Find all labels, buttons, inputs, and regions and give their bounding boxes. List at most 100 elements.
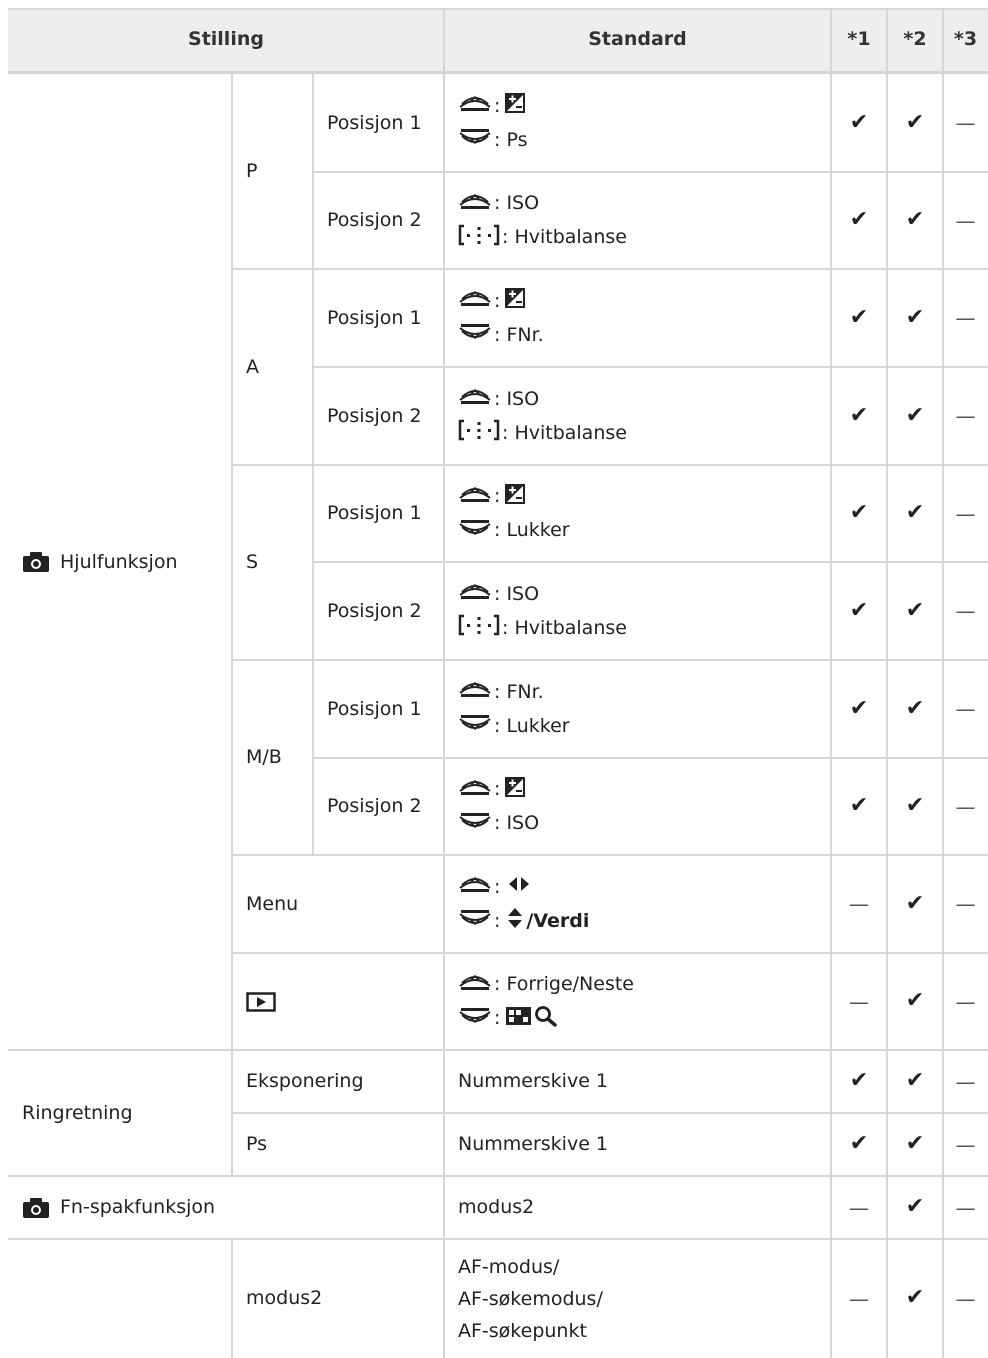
iso-value: : ISO <box>494 812 540 835</box>
standard-mb-pos1: : FNr. : Lukker <box>444 660 831 758</box>
check-mark: ✔ <box>849 793 869 819</box>
front-dial-icon <box>458 93 492 119</box>
header-stilling: Stilling <box>8 8 444 74</box>
colon-text: : <box>494 909 501 932</box>
dash-mark: — <box>955 1195 976 1220</box>
front-dial-icon <box>458 679 492 705</box>
verdi-value: /Verdi <box>526 909 590 932</box>
dash-mark: — <box>955 989 976 1014</box>
lukker-value: : Lukker <box>494 519 570 542</box>
mode-s: S <box>246 551 259 574</box>
ring-ps: Ps <box>246 1133 268 1156</box>
check-mark: ✔ <box>905 500 925 526</box>
standard-a-pos1: : : FNr. <box>444 269 831 367</box>
dash-mark: — <box>955 892 976 916</box>
grid-line <box>8 8 988 10</box>
check-mark: ✔ <box>905 109 925 135</box>
camera-icon <box>23 552 49 572</box>
af-target-icon <box>458 614 500 642</box>
front-dial-icon <box>458 581 492 607</box>
colon-text: : <box>494 94 501 117</box>
index-view-icon <box>506 1006 532 1032</box>
dash-mark: — <box>955 1286 976 1311</box>
rear-dial-icon <box>458 322 492 348</box>
dash-mark: — <box>955 599 976 623</box>
lukker-value: : Lukker <box>494 714 570 737</box>
check-mark: ✔ <box>849 597 869 623</box>
check-mark: ✔ <box>905 1194 925 1220</box>
a-pos2: Posisjon 2 <box>327 404 422 427</box>
dash-mark: — <box>849 892 869 916</box>
standard-p-pos1: : : Ps <box>444 74 831 172</box>
check-mark: ✔ <box>905 695 925 721</box>
standard-ring-ps: Nummerskive 1 <box>458 1133 609 1156</box>
check-mark: ✔ <box>905 402 925 428</box>
a-pos1: Posisjon 1 <box>327 306 422 329</box>
standard-fn-spak: modus2 <box>458 1196 535 1219</box>
fnr-value: : FNr. <box>494 680 544 703</box>
wb-value: : Hvitbalanse <box>502 226 627 249</box>
mode-menu: Menu <box>246 892 299 915</box>
rear-dial-icon <box>458 713 492 739</box>
dash-mark: — <box>955 208 976 233</box>
ps-value: : Ps <box>494 128 528 151</box>
check-mark: ✔ <box>849 402 869 428</box>
s-pos2: Posisjon 2 <box>327 599 422 622</box>
colon-text: : <box>494 778 501 801</box>
mode-playback <box>232 953 444 1050</box>
mode-p: P <box>246 160 258 183</box>
check-mark: ✔ <box>849 500 869 526</box>
mode-a: A <box>246 355 259 378</box>
dash-mark: — <box>955 794 976 819</box>
check-mark: ✔ <box>905 988 925 1014</box>
front-dial-icon <box>458 386 492 412</box>
mb-pos2: Posisjon 2 <box>327 795 422 818</box>
front-dial-icon <box>458 972 492 998</box>
check-mark: ✔ <box>849 207 869 233</box>
hjulfunksjon-text: Hjulfunksjon <box>60 550 178 573</box>
standard-modus2: AF-modus/ AF-søkemodus/ AF-søkepunkt <box>444 1239 831 1358</box>
header-standard: Standard <box>444 8 831 74</box>
modus2-label: modus2 <box>246 1287 323 1310</box>
left-right-arrows-icon <box>506 875 532 899</box>
check-mark: ✔ <box>905 793 925 819</box>
up-down-arrows-icon <box>506 907 524 935</box>
playback-icon <box>246 991 276 1012</box>
check-mark: ✔ <box>905 1285 925 1311</box>
check-mark: ✔ <box>905 890 925 916</box>
af-line-2: AF-søkemodus/ <box>458 1287 603 1310</box>
check-mark: ✔ <box>905 597 925 623</box>
hjulfunksjon-label: Hjulfunksjon <box>8 74 232 1050</box>
af-target-icon <box>458 419 500 447</box>
mb-pos1: Posisjon 1 <box>327 697 422 720</box>
exposure-compensation-icon <box>504 776 526 803</box>
dash-mark: — <box>955 404 976 428</box>
fn-spak-text: Fn-spakfunksjon <box>60 1196 216 1219</box>
dash-mark: — <box>849 1195 869 1220</box>
colon-text: : <box>494 875 501 898</box>
standard-playback: : Forrige/Neste : <box>444 953 831 1050</box>
wb-value: : Hvitbalanse <box>502 616 627 639</box>
standard-s-pos2: : ISO : Hvitbalanse <box>444 562 831 660</box>
rear-dial-icon <box>458 811 492 837</box>
check-mark: ✔ <box>905 304 925 330</box>
dash-mark: — <box>955 1069 976 1094</box>
front-dial-icon <box>458 874 492 900</box>
camera-icon <box>23 1197 49 1218</box>
iso-value: : ISO <box>494 192 540 215</box>
front-dial-icon <box>458 484 492 510</box>
ringretning-label: Ringretning <box>22 1101 133 1124</box>
af-target-icon <box>458 224 500 252</box>
standard-ring-eksp: Nummerskive 1 <box>458 1070 609 1093</box>
p-pos2: Posisjon 2 <box>327 209 422 232</box>
standard-s-pos1: : : Lukker <box>444 465 831 562</box>
front-dial-icon <box>458 288 492 314</box>
iso-value: : ISO <box>494 387 540 410</box>
forrige-value: : Forrige/Neste <box>494 973 634 996</box>
dash-mark: — <box>849 1286 869 1311</box>
header-col-3: *3 <box>943 8 988 74</box>
check-mark: ✔ <box>849 109 869 135</box>
af-line-3: AF-søkepunkt <box>458 1319 587 1342</box>
iso-value: : ISO <box>494 582 540 605</box>
fn-spak-label: Fn-spakfunksjon <box>8 1176 444 1239</box>
